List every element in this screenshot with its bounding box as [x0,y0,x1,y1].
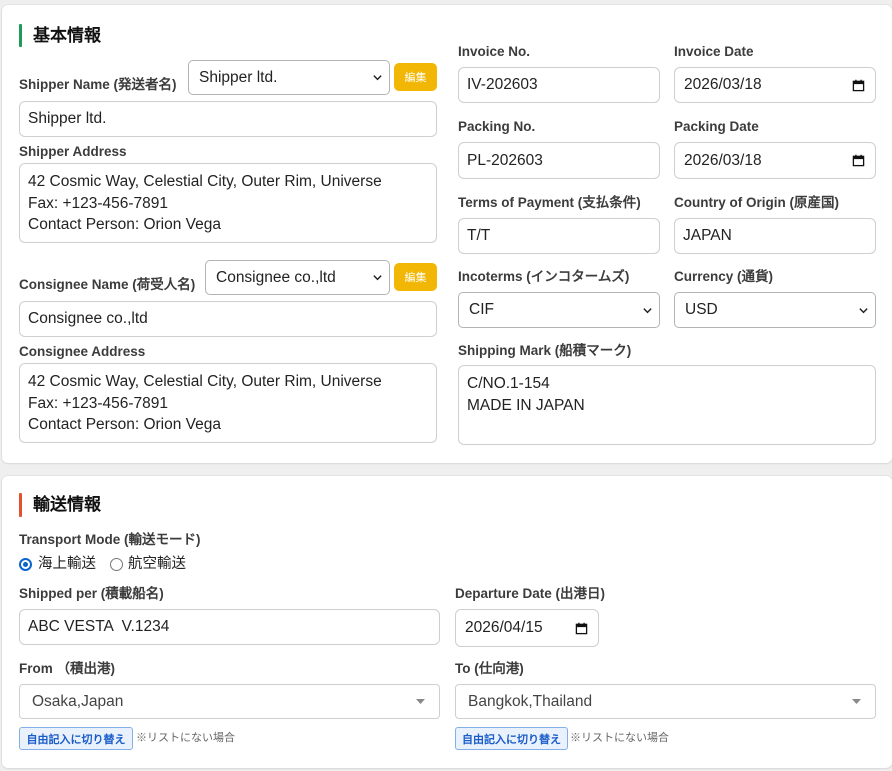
port-to-note: ※リストにない場合 [570,732,669,744]
currency-value: USD [685,301,718,318]
shipper-address-textarea[interactable]: 42 Cosmic Way, Celestial City, Outer Rim… [19,163,437,243]
chevron-down-icon [859,307,868,313]
port-from-label: From （積出港) [19,661,115,676]
section-title: 輸送情報 [33,495,101,514]
section-title: 基本情報 [33,26,101,45]
chevron-down-icon [373,75,382,81]
caret-down-icon [852,699,861,704]
chevron-down-icon [643,307,652,313]
port-to-label: To (仕向港) [455,661,524,676]
departure-date-value: 2026/04/15 [465,619,543,636]
packing-date-input[interactable]: 2026/03/18 [674,142,876,179]
port-to-free-input-toggle[interactable]: 自由記入に切り替え [455,727,568,750]
shipper-name-input[interactable] [19,101,437,137]
invoice-date-input[interactable]: 2026/03/18 [674,67,876,103]
consignee-preset-select[interactable]: Consignee co.,ltd [205,260,390,295]
shipping-mark-label: Shipping Mark (船積マーク) [458,343,632,358]
shipped-per-label: Shipped per (積載船名) [19,586,164,601]
section-accent-bar [19,24,22,47]
port-to-select[interactable]: Bangkok,Thailand [455,684,876,719]
caret-down-icon [416,699,425,704]
transport-mode-air-label[interactable]: 航空輸送 [128,556,186,572]
country-of-origin-input[interactable] [674,218,876,254]
consignee-edit-button[interactable]: 編集 [394,263,437,291]
shipper-name-label: Shipper Name (発送者名) [19,77,177,92]
consignee-name-input[interactable] [19,301,437,337]
calendar-icon[interactable] [852,79,865,92]
shipper-preset-value: Shipper ltd. [199,68,278,86]
basic-info-card: 基本情報 Shipper Name (発送者名) Shipper ltd. 編集… [2,5,892,463]
departure-date-label: Departure Date (出港日) [455,586,606,601]
incoterms-select[interactable]: CIF [458,292,660,328]
consignee-name-label: Consignee Name (荷受人名) [19,277,196,292]
consignee-address-textarea[interactable]: 42 Cosmic Way, Celestial City, Outer Rim… [19,363,437,443]
shipping-mark-textarea[interactable]: C/NO.1-154 MADE IN JAPAN [458,365,876,445]
packing-no-label: Packing No. [458,119,536,134]
consignee-preset-value: Consignee co.,ltd [216,268,336,286]
calendar-icon[interactable] [852,154,865,167]
transport-mode-sea-label[interactable]: 海上輸送 [38,556,96,572]
port-from-value: Osaka,Japan [32,692,124,710]
invoice-no-label: Invoice No. [458,44,531,59]
shipper-address-label: Shipper Address [19,144,127,159]
invoice-no-input[interactable] [458,67,660,103]
transport-mode-air-radio[interactable] [110,558,123,571]
departure-date-input[interactable]: 2026/04/15 [455,609,599,647]
transport-mode-label: Transport Mode (輸送モード) [19,532,201,547]
port-from-note: ※リストにない場合 [136,732,235,744]
transport-mode-sea-radio[interactable] [19,558,32,571]
page: { "colors": { "page_background": "#efefe… [0,0,892,771]
consignee-address-label: Consignee Address [19,344,146,359]
packing-date-label: Packing Date [674,119,759,134]
transport-info-card: 輸送情報 Transport Mode (輸送モード) 海上輸送 航空輸送 Sh… [2,476,892,768]
port-from-select[interactable]: Osaka,Japan [19,684,440,719]
shipped-per-input[interactable] [19,609,440,645]
incoterms-label: Incoterms (インコタームズ) [458,269,630,284]
terms-of-payment-label: Terms of Payment (支払条件) [458,195,641,210]
packing-date-value: 2026/03/18 [684,151,762,169]
invoice-date-label: Invoice Date [674,44,754,59]
port-to-value: Bangkok,Thailand [468,692,593,710]
currency-select[interactable]: USD [674,292,876,328]
calendar-icon[interactable] [575,622,588,635]
chevron-down-icon [373,275,382,281]
terms-of-payment-input[interactable] [458,218,660,254]
incoterms-value: CIF [469,301,494,318]
port-from-free-input-toggle[interactable]: 自由記入に切り替え [19,727,133,750]
packing-no-input[interactable] [458,142,660,179]
shipper-preset-select[interactable]: Shipper ltd. [188,60,390,95]
country-of-origin-label: Country of Origin (原産国) [674,195,839,210]
currency-label: Currency (通貨) [674,269,774,284]
section-accent-bar [19,493,22,517]
invoice-date-value: 2026/03/18 [684,76,762,93]
shipper-edit-button[interactable]: 編集 [394,63,437,91]
